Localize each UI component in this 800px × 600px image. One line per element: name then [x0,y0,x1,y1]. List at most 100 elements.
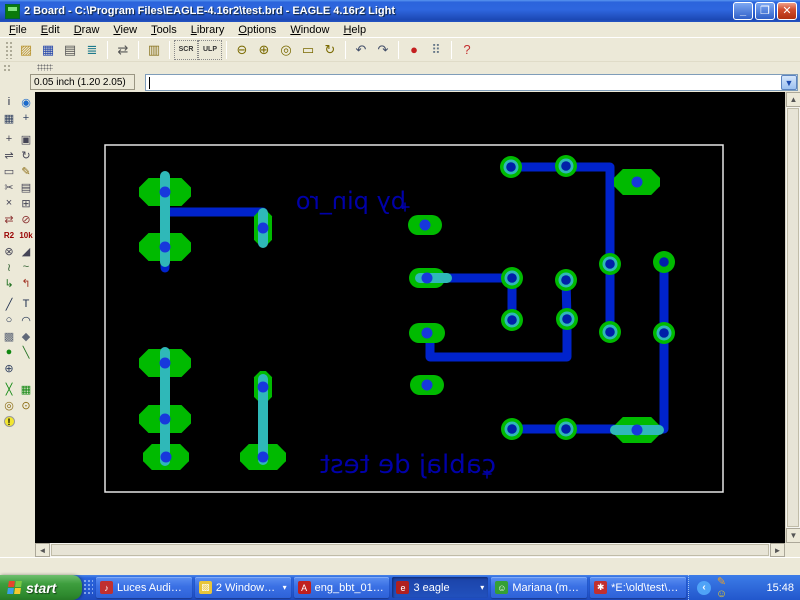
menu-edit[interactable]: Edit [34,23,67,37]
tool-pinswap-icon[interactable]: ⇄ [1,211,18,227]
vertical-scrollbar[interactable]: ▲ ▼ [785,92,800,543]
tool-drc-select-icon[interactable]: ⊙ [18,397,35,413]
horizontal-scrollbar[interactable]: ◄ ► [35,543,785,557]
help-icon[interactable]: ? [456,40,478,60]
tool-split-icon[interactable]: ≀ [1,259,18,275]
tool-hole-icon[interactable]: ⊕ [1,360,18,376]
hide-icons-chevron-icon[interactable]: ‹ [697,580,711,595]
zoom-fit-icon[interactable]: ◎ [275,40,297,60]
tool-move-icon[interactable]: + [1,131,18,147]
tool-info-icon[interactable]: i [1,94,18,110]
tool-replace-icon[interactable]: ⊘ [18,211,35,227]
tool-circle-icon[interactable]: ○ [1,312,18,328]
redo-icon[interactable]: ↷ [372,40,394,60]
vertical-scroll-thumb[interactable] [787,108,799,527]
taskbar-task-pdf[interactable]: Aeng_bbt_01-0... [293,577,390,598]
tool-display-icon[interactable]: ▦ [1,110,18,126]
scroll-left-icon[interactable]: ◄ [35,543,50,557]
tool-text-icon[interactable]: T [18,296,35,312]
taskbar-task-folder[interactable]: ▨2 Windows E... ▾ [194,577,291,598]
toolbar2-drag-handle[interactable] [3,63,10,71]
menu-tools[interactable]: Tools [144,23,184,37]
tool-change-icon[interactable]: ✎ [18,163,35,179]
pad-hole [506,162,516,172]
tool-mirror-icon[interactable]: ⇌ [1,147,18,163]
tool-smash-icon[interactable]: ⊗ [1,243,18,259]
menu-help[interactable]: Help [336,23,373,37]
tool-errors-icon[interactable]: ! [1,413,18,429]
smiley-icon[interactable]: ☺ [715,588,728,600]
toolbar-drag-handle[interactable] [5,40,12,59]
print-icon[interactable]: ▤ [59,40,81,60]
taskbar-task-messenger[interactable]: ☺Mariana (maria... [491,577,588,598]
command-input[interactable] [146,75,781,89]
menu-window[interactable]: Window [283,23,336,37]
tool-show-icon[interactable]: ◉ [18,94,35,110]
start-label: start [26,579,57,596]
tool-polygon-icon[interactable]: ◆ [18,328,35,344]
zoom-redraw-icon[interactable]: ↻ [319,40,341,60]
horizontal-scroll-thumb[interactable] [51,544,769,556]
tool-add-icon[interactable]: ⊞ [18,195,35,211]
tool-wire-icon[interactable]: ╱ [1,296,18,312]
zoom-select-icon[interactable]: ▭ [297,40,319,60]
tool-signal-icon[interactable]: ╲ [18,344,35,360]
tool-miter-icon[interactable]: ◢ [18,243,35,259]
tool-mark-icon[interactable]: + [18,110,35,126]
tool-ratsnest-icon[interactable]: ╳ [1,381,18,397]
tool-paste-icon[interactable]: ▤ [18,179,35,195]
zoom-in-icon[interactable]: ⊕ [253,40,275,60]
tool-auto-icon[interactable]: ▦ [18,381,35,397]
restore-button[interactable]: ❐ [755,2,775,20]
menu-view[interactable]: View [106,23,144,37]
task-label: 3 eagle [413,581,450,594]
pad-hole [507,424,517,434]
command-dropdown-arrow-icon[interactable]: ▼ [781,74,797,90]
tool-route-icon[interactable]: ↳ [1,275,18,291]
scroll-up-icon[interactable]: ▲ [786,92,800,107]
tool-via-icon[interactable]: ● [1,344,18,360]
tool-group-icon[interactable]: ▭ [1,163,18,179]
traffic-light-icon[interactable]: ⠿ [425,40,447,60]
cam-processor-icon[interactable]: ≣ [81,40,103,60]
tool-ripup-icon[interactable]: ↰ [18,275,35,291]
task-group-dropdown-icon[interactable]: ▾ [480,583,484,592]
task-group-dropdown-icon[interactable]: ▾ [283,583,287,592]
tool-arc-icon[interactable]: ◠ [18,312,35,328]
tool-rotate-icon[interactable]: ↻ [18,147,35,163]
taskbar-task-eagle[interactable]: e3 eagle ▾ [392,577,489,598]
tool-drc-icon[interactable]: ◎ [1,397,18,413]
taskbar: start ♪ Luces Audio Rí... ▨2 Windows E... ▾… [0,575,800,600]
tool-cut-icon[interactable]: ✂ [1,179,18,195]
minimize-button[interactable]: _ [733,2,753,20]
undo-icon[interactable]: ↶ [350,40,372,60]
library-icon[interactable]: ▥ [143,40,165,60]
run-script-icon[interactable]: SCR [174,39,198,60]
taskbar-task-audio[interactable]: ♪ Luces Audio Rí... [96,577,192,598]
menu-library[interactable]: Library [184,23,232,37]
tool-name-icon[interactable]: R2 [1,227,18,243]
open-icon[interactable]: ▨ [15,40,37,60]
tool-rect-icon[interactable]: ▩ [1,328,18,344]
run-ulp-icon[interactable]: ULP [198,39,222,60]
stop-icon[interactable]: ● [403,40,425,60]
taskbar-task-editor[interactable]: ✱ *E:\old\test\sit... [590,577,686,598]
menu-file[interactable]: File [2,23,34,37]
menu-options[interactable]: Options [231,23,283,37]
tool-copy-icon[interactable]: ▣ [18,131,35,147]
start-button[interactable]: start [0,575,82,600]
board-schematic-swap-icon[interactable]: ⇄ [112,40,134,60]
tool-value-icon[interactable]: 10k [18,227,35,243]
coordinate-display: 0.05 inch (1.20 2.05) [30,74,135,90]
save-icon[interactable]: ▦ [37,40,59,60]
menu-draw[interactable]: Draw [67,23,107,37]
pad-hole [631,176,643,188]
tool-optimize-icon[interactable]: ~ [18,259,35,275]
scroll-right-icon[interactable]: ► [770,543,785,557]
board-canvas[interactable]: by pin_ro cablaj de test [35,92,785,543]
tool-delete-icon[interactable]: × [1,195,18,211]
close-button[interactable]: ✕ [777,2,797,20]
zoom-out-icon[interactable]: ⊖ [231,40,253,60]
scroll-down-icon[interactable]: ▼ [786,528,800,543]
pen-tablet-icon[interactable]: ✎ [715,575,728,588]
